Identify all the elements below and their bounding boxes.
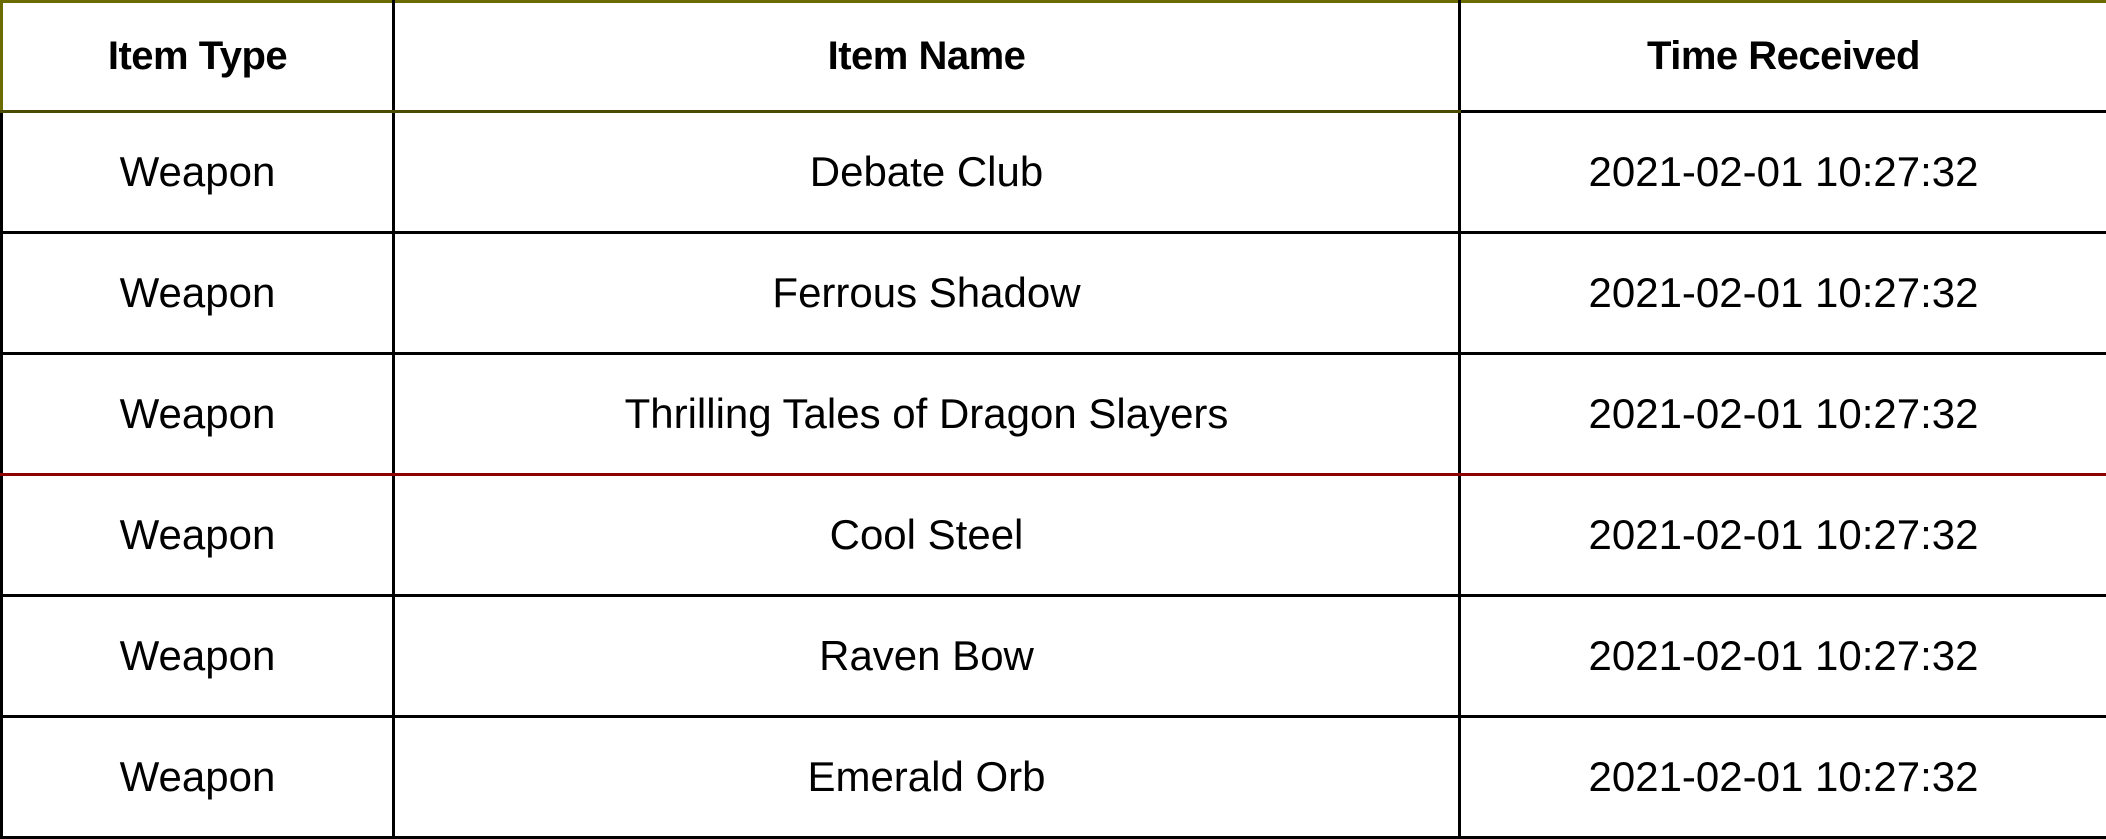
cell-time-received: 2021-02-01 10:27:32	[1460, 596, 2106, 717]
table-row: Weapon Cool Steel 2021-02-01 10:27:32	[2, 475, 2106, 596]
cell-item-type: Weapon	[2, 354, 394, 475]
cell-item-type: Weapon	[2, 596, 394, 717]
cell-item-name: Emerald Orb	[394, 717, 1460, 838]
cell-item-type: Weapon	[2, 717, 394, 838]
cell-item-name: Ferrous Shadow	[394, 233, 1460, 354]
header-time-received: Time Received	[1460, 2, 2106, 112]
cell-time-received: 2021-02-01 10:27:32	[1460, 112, 2106, 233]
table-row: Weapon Ferrous Shadow 2021-02-01 10:27:3…	[2, 233, 2106, 354]
wish-history-table: Item Type Item Name Time Received Weapon…	[0, 0, 2106, 839]
header-item-type: Item Type	[2, 2, 394, 112]
cell-item-type: Weapon	[2, 112, 394, 233]
cell-item-type: Weapon	[2, 475, 394, 596]
cell-item-name: Thrilling Tales of Dragon Slayers	[394, 354, 1460, 475]
cell-item-name: Cool Steel	[394, 475, 1460, 596]
cell-item-name: Raven Bow	[394, 596, 1460, 717]
table-row: Weapon Debate Club 2021-02-01 10:27:32	[2, 112, 2106, 233]
cell-time-received: 2021-02-01 10:27:32	[1460, 475, 2106, 596]
cell-time-received: 2021-02-01 10:27:32	[1460, 354, 2106, 475]
table-header: Item Type Item Name Time Received	[2, 2, 2106, 112]
cell-time-received: 2021-02-01 10:27:32	[1460, 717, 2106, 838]
header-item-name: Item Name	[394, 2, 1460, 112]
cell-item-name: Debate Club	[394, 112, 1460, 233]
table-body: Weapon Debate Club 2021-02-01 10:27:32 W…	[2, 112, 2106, 838]
header-row: Item Type Item Name Time Received	[2, 2, 2106, 112]
cell-time-received: 2021-02-01 10:27:32	[1460, 233, 2106, 354]
table-row: Weapon Raven Bow 2021-02-01 10:27:32	[2, 596, 2106, 717]
table-row: Weapon Emerald Orb 2021-02-01 10:27:32	[2, 717, 2106, 838]
cell-item-type: Weapon	[2, 233, 394, 354]
table-row: Weapon Thrilling Tales of Dragon Slayers…	[2, 354, 2106, 475]
